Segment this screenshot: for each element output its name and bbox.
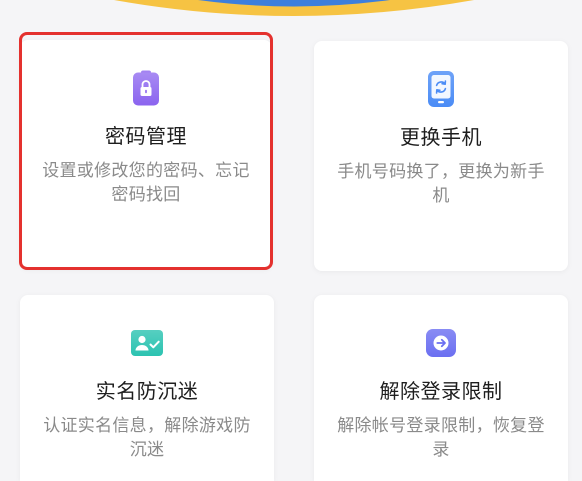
- unlock-arrow-icon: [426, 329, 456, 357]
- phone-refresh-icon: [428, 71, 454, 107]
- real-name-icon-wrap: [130, 323, 164, 363]
- card-real-name-verification[interactable]: 实名防沉迷 认证实名信息，解除游戏防沉迷: [20, 295, 274, 481]
- password-management-description: 设置或修改您的密码、忘记密码找回: [42, 161, 250, 205]
- header-banner: [114, 0, 474, 16]
- password-management-title: 密码管理: [105, 124, 187, 148]
- login-restriction-description: 解除帐号登录限制，恢复登录: [337, 416, 545, 460]
- card-change-phone[interactable]: 更换手机 手机号码换了，更换为新手机: [314, 41, 568, 271]
- id-card-check-icon: [131, 330, 163, 356]
- password-management-icon-wrap: [131, 68, 161, 108]
- real-name-title: 实名防沉迷: [95, 379, 199, 403]
- change-phone-description: 手机号码换了，更换为新手机: [337, 162, 545, 206]
- login-restriction-icon-wrap: [425, 323, 457, 363]
- change-phone-title: 更换手机: [400, 125, 482, 149]
- login-restriction-title: 解除登录限制: [379, 379, 503, 403]
- card-remove-login-restriction[interactable]: 解除登录限制 解除帐号登录限制，恢复登录: [314, 295, 568, 481]
- lock-icon: [133, 70, 159, 106]
- real-name-description: 认证实名信息，解除游戏防沉迷: [43, 416, 251, 460]
- card-password-management[interactable]: 密码管理 设置或修改您的密码、忘记密码找回: [20, 40, 272, 269]
- change-phone-icon-wrap: [427, 69, 455, 109]
